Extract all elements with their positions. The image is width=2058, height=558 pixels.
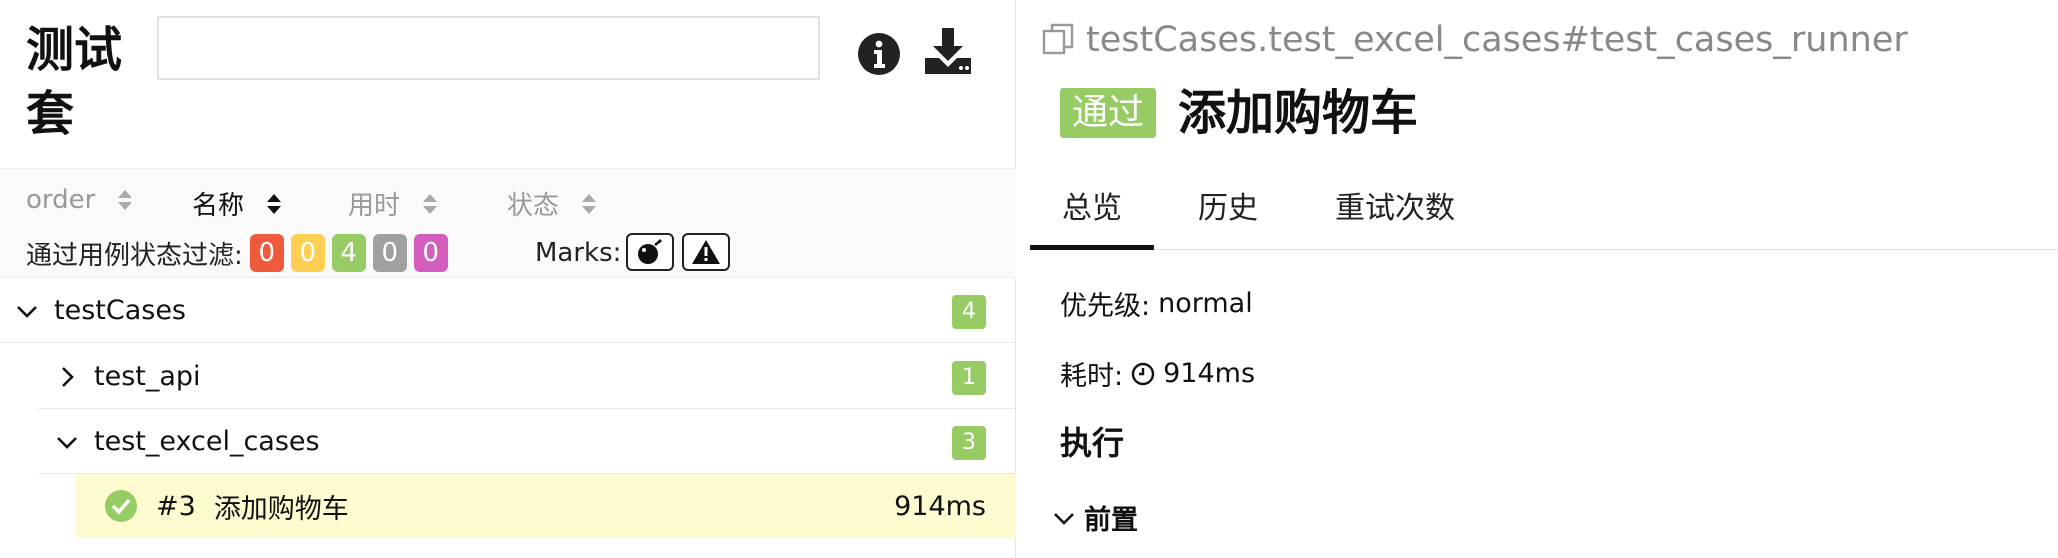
report-window: 测试套 order 名称 用时 状态 通过用例状态过滤: 0 0 4 0 0 M…	[0, 0, 2058, 558]
suites-pane: 测试套 order 名称 用时 状态 通过用例状态过滤: 0 0 4 0 0 M…	[0, 0, 1016, 558]
setup-section-toggle[interactable]: 前置	[1052, 498, 1138, 537]
filter-failed-badge[interactable]: 0	[249, 234, 284, 272]
sort-order[interactable]: order	[26, 185, 133, 215]
passed-status-icon	[105, 490, 137, 522]
case-number: #3	[156, 490, 196, 522]
chevron-down-icon	[17, 305, 37, 318]
copy-icon[interactable]	[1040, 21, 1078, 59]
tab-retries[interactable]: 重试次数	[1310, 178, 1480, 250]
count-badge: 1	[952, 361, 986, 395]
chevron-down-icon	[57, 436, 77, 449]
suites-title: 测试套	[26, 22, 123, 142]
sort-arrows-icon	[581, 192, 597, 216]
tree-node-label: testCases	[54, 295, 186, 326]
status-tag: 通过	[1060, 88, 1157, 138]
count-badge: 3	[952, 426, 986, 460]
test-full-path: testCases.test_excel_cases#test_cases_ru…	[1040, 20, 1908, 60]
download-icon[interactable]	[923, 28, 973, 76]
filter-broken-badge[interactable]: 0	[290, 234, 325, 272]
execution-heading: 执行	[1060, 424, 1125, 462]
sort-duration[interactable]: 用时	[348, 185, 438, 222]
clock-icon	[1131, 362, 1155, 385]
tree-node-label: test_api	[94, 361, 201, 392]
test-path-text: testCases.test_excel_cases#test_cases_ru…	[1086, 20, 1908, 60]
info-icon[interactable]	[857, 32, 901, 76]
tree-node-label: test_excel_cases	[94, 426, 320, 457]
test-detail-pane: testCases.test_excel_cases#test_cases_ru…	[1030, 0, 2058, 558]
chevron-right-icon	[62, 366, 74, 387]
sort-arrows-icon	[117, 188, 133, 212]
warning-mark-button[interactable]	[682, 233, 730, 271]
sort-arrows-icon	[422, 192, 438, 216]
detail-tabs: 总览 历史 重试次数	[1030, 178, 2058, 250]
duration-value: 914ms	[1163, 358, 1256, 389]
status-filter-label: 通过用例状态过滤:	[26, 240, 243, 271]
setup-heading: 前置	[1084, 505, 1138, 536]
priority-label: 优先级:	[1060, 291, 1151, 322]
priority-value: normal	[1158, 288, 1253, 319]
duration-label: 耗时:	[1060, 361, 1124, 392]
case-name: 添加购物车	[213, 493, 349, 525]
sort-name[interactable]: 名称	[192, 185, 282, 222]
case-duration: 914ms	[894, 490, 986, 522]
test-case-title: 添加购物车	[1178, 85, 1419, 141]
flaky-mark-button[interactable]	[626, 233, 674, 271]
tree-node-test-excel-cases[interactable]: test_excel_cases 3	[38, 410, 1016, 474]
count-badge: 4	[952, 295, 986, 329]
sort-bar: order 名称 用时 状态 通过用例状态过滤: 0 0 4 0 0 Marks…	[0, 168, 1016, 278]
test-case-row[interactable]: #3 添加购物车 914ms	[76, 474, 1016, 538]
tree-node-testcases[interactable]: testCases 4	[0, 279, 1016, 343]
sort-status[interactable]: 状态	[507, 185, 597, 222]
marks-label: Marks:	[535, 238, 622, 268]
filter-skipped-badge[interactable]: 0	[372, 234, 407, 272]
tab-history[interactable]: 历史	[1178, 178, 1278, 250]
duration-field: 耗时: 914ms	[1060, 354, 1255, 393]
search-input[interactable]	[157, 16, 820, 80]
filter-passed-badge[interactable]: 4	[331, 234, 366, 272]
chevron-down-icon	[1054, 512, 1074, 525]
tab-overview[interactable]: 总览	[1030, 178, 1154, 250]
flaky-icon	[638, 239, 662, 264]
status-filter: 通过用例状态过滤: 0 0 4 0 0	[26, 233, 448, 273]
filter-unknown-badge[interactable]: 0	[413, 234, 448, 272]
tree-node-test-api[interactable]: test_api 1	[38, 345, 1016, 409]
warning-icon	[692, 240, 720, 264]
sort-arrows-icon	[266, 192, 282, 216]
priority-field: 优先级: normal	[1060, 284, 1253, 323]
